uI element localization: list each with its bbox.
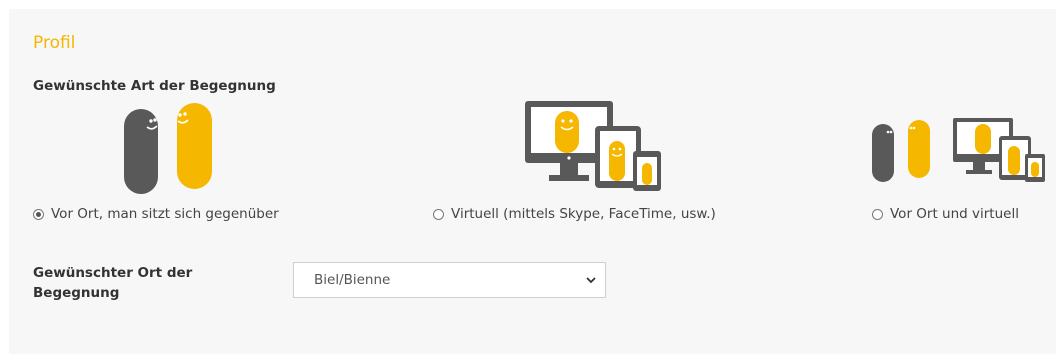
location-select[interactable]: Biel/Bienne bbox=[293, 262, 606, 298]
section-title: Profil bbox=[33, 33, 76, 53]
virtual-illustration bbox=[525, 101, 661, 191]
radio-option-hybrid[interactable]: Vor Ort und virtuell bbox=[872, 206, 1019, 222]
radio-button-checked[interactable] bbox=[33, 208, 44, 220]
profile-panel: Profil Gewünschte Art der Begegnung Vor … bbox=[9, 9, 1056, 354]
hybrid-illustration bbox=[872, 118, 1045, 182]
chevron-down-icon bbox=[586, 277, 596, 284]
radio-option-label: Virtuell (mittels Skype, FaceTime, usw.) bbox=[451, 206, 716, 222]
radio-option-label: Vor Ort und virtuell bbox=[890, 206, 1019, 222]
radio-button[interactable] bbox=[433, 208, 444, 220]
location-label-line2: Begegnung bbox=[33, 285, 120, 301]
location-select-value: Biel/Bienne bbox=[314, 272, 391, 288]
location-label: Gewünschter Ort der Begegnung bbox=[33, 263, 192, 303]
radio-option-label: Vor Ort, man sitzt sich gegenüber bbox=[51, 206, 279, 222]
location-label-line1: Gewünschter Ort der bbox=[33, 265, 193, 281]
encounter-type-label: Gewünschte Art der Begegnung bbox=[33, 78, 276, 94]
radio-button[interactable] bbox=[872, 208, 883, 220]
in-person-illustration bbox=[124, 103, 212, 194]
radio-option-in-person[interactable]: Vor Ort, man sitzt sich gegenüber bbox=[33, 206, 279, 222]
radio-option-virtual[interactable]: Virtuell (mittels Skype, FaceTime, usw.) bbox=[433, 206, 716, 222]
